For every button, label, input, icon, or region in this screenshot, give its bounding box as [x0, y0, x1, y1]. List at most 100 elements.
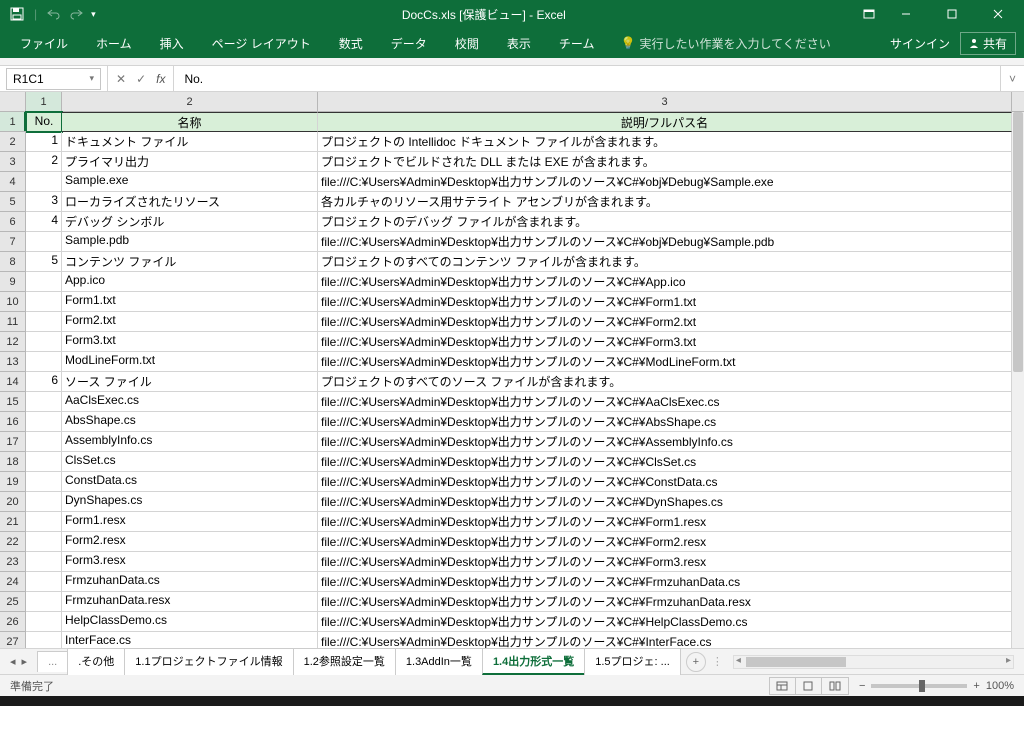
tab-nav-prev[interactable]: ◂	[10, 655, 16, 668]
cell-name[interactable]: FrmzuhanData.cs	[62, 572, 318, 592]
tab-team[interactable]: チーム	[547, 29, 607, 58]
cell-no[interactable]: 5	[26, 252, 62, 272]
maximize-button[interactable]	[930, 1, 974, 27]
cell-no[interactable]	[26, 412, 62, 432]
cell-name[interactable]: ドキュメント ファイル	[62, 132, 318, 152]
row-header-19[interactable]: 19	[0, 472, 26, 492]
row-header-27[interactable]: 27	[0, 632, 26, 648]
zoom-level[interactable]: 100%	[986, 680, 1014, 692]
undo-icon[interactable]	[47, 8, 61, 20]
row-header-18[interactable]: 18	[0, 452, 26, 472]
ribbon-display-options[interactable]	[862, 7, 876, 21]
sheet-tab[interactable]: 1.4出力形式一覧	[482, 648, 585, 675]
cell-no[interactable]	[26, 292, 62, 312]
redo-icon[interactable]	[69, 8, 83, 20]
cell-desc[interactable]: 各カルチャのリソース用サテライト アセンブリが含まれます。	[318, 192, 1012, 212]
cell-desc[interactable]: file:///C:¥Users¥Admin¥Desktop¥出力サンプルのソー…	[318, 232, 1012, 252]
zoom-slider[interactable]	[871, 684, 967, 688]
cell-desc[interactable]: file:///C:¥Users¥Admin¥Desktop¥出力サンプルのソー…	[318, 432, 1012, 452]
cell-desc[interactable]: file:///C:¥Users¥Admin¥Desktop¥出力サンプルのソー…	[318, 332, 1012, 352]
vertical-scrollbar[interactable]	[1012, 112, 1024, 648]
tab-formulas[interactable]: 数式	[327, 29, 375, 58]
cell-no[interactable]	[26, 272, 62, 292]
row-header-10[interactable]: 10	[0, 292, 26, 312]
cell-name[interactable]: ソース ファイル	[62, 372, 318, 392]
cell-desc[interactable]: file:///C:¥Users¥Admin¥Desktop¥出力サンプルのソー…	[318, 272, 1012, 292]
cell-desc[interactable]: file:///C:¥Users¥Admin¥Desktop¥出力サンプルのソー…	[318, 592, 1012, 612]
cell-name[interactable]: Form3.resx	[62, 552, 318, 572]
col-header-2[interactable]: 2	[62, 92, 318, 111]
cell-no[interactable]: 2	[26, 152, 62, 172]
cell-desc[interactable]: プロジェクトの Intellidoc ドキュメント ファイルが含まれます。	[318, 132, 1012, 152]
tab-split-handle[interactable]: ⋮	[712, 655, 723, 668]
cell-desc[interactable]: file:///C:¥Users¥Admin¥Desktop¥出力サンプルのソー…	[318, 392, 1012, 412]
cell-no[interactable]	[26, 632, 62, 648]
cell-desc[interactable]: file:///C:¥Users¥Admin¥Desktop¥出力サンプルのソー…	[318, 532, 1012, 552]
cell-no[interactable]	[26, 452, 62, 472]
col-header-1[interactable]: 1	[26, 92, 62, 111]
cell-no[interactable]	[26, 392, 62, 412]
cell-desc[interactable]: file:///C:¥Users¥Admin¥Desktop¥出力サンプルのソー…	[318, 572, 1012, 592]
sheet-tab[interactable]: 1.3AddIn一覧	[395, 648, 483, 675]
cell-name[interactable]: AbsShape.cs	[62, 412, 318, 432]
row-header-25[interactable]: 25	[0, 592, 26, 612]
fx-icon[interactable]: fx	[156, 72, 165, 86]
row-header-9[interactable]: 9	[0, 272, 26, 292]
row-header-1[interactable]: 1	[0, 112, 26, 132]
row-header-14[interactable]: 14	[0, 372, 26, 392]
cell-no[interactable]: 4	[26, 212, 62, 232]
row-header-20[interactable]: 20	[0, 492, 26, 512]
cell-desc[interactable]: file:///C:¥Users¥Admin¥Desktop¥出力サンプルのソー…	[318, 352, 1012, 372]
tab-file[interactable]: ファイル	[8, 29, 80, 58]
cell-desc[interactable]: file:///C:¥Users¥Admin¥Desktop¥出力サンプルのソー…	[318, 312, 1012, 332]
tab-pagelayout[interactable]: ページ レイアウト	[200, 29, 323, 58]
cell-no[interactable]	[26, 432, 62, 452]
cell-no[interactable]	[26, 332, 62, 352]
tab-insert[interactable]: 挿入	[148, 29, 196, 58]
cell-desc[interactable]: プロジェクトのすべてのコンテンツ ファイルが含まれます。	[318, 252, 1012, 272]
col-header-3[interactable]: 3	[318, 92, 1012, 111]
row-header-5[interactable]: 5	[0, 192, 26, 212]
cell-name[interactable]: ClsSet.cs	[62, 452, 318, 472]
row-header-11[interactable]: 11	[0, 312, 26, 332]
cell-name[interactable]: ローカライズされたリソース	[62, 192, 318, 212]
cell-no[interactable]	[26, 232, 62, 252]
formula-input[interactable]: No.	[174, 72, 1000, 86]
cell-header-name[interactable]: 名称	[62, 112, 318, 132]
zoom-in-button[interactable]: +	[973, 680, 979, 692]
tab-review[interactable]: 校閲	[443, 29, 491, 58]
cell-no[interactable]	[26, 612, 62, 632]
cell-desc[interactable]: file:///C:¥Users¥Admin¥Desktop¥出力サンプルのソー…	[318, 292, 1012, 312]
row-header-26[interactable]: 26	[0, 612, 26, 632]
cell-desc[interactable]: プロジェクトのすべてのソース ファイルが含まれます。	[318, 372, 1012, 392]
row-header-24[interactable]: 24	[0, 572, 26, 592]
cell-name[interactable]: ConstData.cs	[62, 472, 318, 492]
minimize-button[interactable]	[884, 1, 928, 27]
cell-name[interactable]: Sample.pdb	[62, 232, 318, 252]
share-button[interactable]: 共有	[960, 32, 1016, 55]
row-header-4[interactable]: 4	[0, 172, 26, 192]
cell-no[interactable]	[26, 552, 62, 572]
cell-name[interactable]: コンテンツ ファイル	[62, 252, 318, 272]
cell-name[interactable]: Form1.resx	[62, 512, 318, 532]
cell-name[interactable]: Form3.txt	[62, 332, 318, 352]
row-header-17[interactable]: 17	[0, 432, 26, 452]
sheet-tab[interactable]: .その他	[67, 648, 125, 675]
row-header-13[interactable]: 13	[0, 352, 26, 372]
cell-header-desc[interactable]: 説明/フルパス名	[318, 112, 1012, 132]
tab-data[interactable]: データ	[379, 29, 439, 58]
cell-desc[interactable]: file:///C:¥Users¥Admin¥Desktop¥出力サンプルのソー…	[318, 632, 1012, 648]
tab-nav-next[interactable]: ▸	[22, 655, 28, 668]
cell-desc[interactable]: プロジェクトでビルドされた DLL または EXE が含まれます。	[318, 152, 1012, 172]
cell-name[interactable]: Form2.resx	[62, 532, 318, 552]
qat-customize-icon[interactable]: ▾	[91, 9, 96, 20]
name-box[interactable]: R1C1 ▾	[6, 68, 101, 90]
cell-desc[interactable]: プロジェクトのデバッグ ファイルが含まれます。	[318, 212, 1012, 232]
cell-desc[interactable]: file:///C:¥Users¥Admin¥Desktop¥出力サンプルのソー…	[318, 512, 1012, 532]
tell-me-search[interactable]: 💡 実行したい作業を入力してください	[620, 35, 830, 52]
sheet-tab[interactable]: 1.5プロジェ: ...	[584, 648, 681, 675]
row-header-15[interactable]: 15	[0, 392, 26, 412]
cell-name[interactable]: HelpClassDemo.cs	[62, 612, 318, 632]
cell-desc[interactable]: file:///C:¥Users¥Admin¥Desktop¥出力サンプルのソー…	[318, 472, 1012, 492]
cell-name[interactable]: DynShapes.cs	[62, 492, 318, 512]
